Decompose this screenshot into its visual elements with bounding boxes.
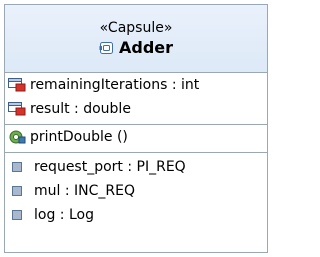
operation-label: printDouble () [30, 129, 128, 145]
attribute-icon [8, 76, 28, 94]
capsule-name: Adder [118, 38, 174, 57]
attributes-compartment: remainingIterations : int result : doubl… [5, 73, 267, 125]
operations-compartment: printDouble () [5, 125, 267, 153]
port-icon [8, 182, 32, 200]
operation-row[interactable]: printDouble () [5, 125, 267, 149]
capsule-header: «Capsule» Adder [5, 5, 267, 73]
port-icon [8, 158, 32, 176]
attribute-label: remainingIterations : int [30, 77, 200, 93]
attribute-icon [8, 100, 28, 118]
port-icon [8, 206, 32, 224]
attribute-label: result : double [30, 101, 131, 117]
stereotype-label: «Capsule» [99, 20, 173, 36]
port-label: mul : INC_REQ [34, 183, 135, 199]
capsule-name-row: Adder [99, 38, 173, 58]
operation-icon [8, 128, 28, 146]
attribute-row[interactable]: result : double [5, 97, 267, 121]
port-label: request_port : PI_REQ [34, 159, 186, 175]
ports-compartment: request_port : PI_REQ mul : INC_REQ log … [5, 153, 267, 227]
port-row[interactable]: log : Log [5, 203, 267, 227]
capsule-classifier[interactable]: «Capsule» Adder remainingIterations: in… [4, 4, 268, 253]
port-row[interactable]: mul : INC_REQ [5, 179, 267, 203]
port-row[interactable]: request_port : PI_REQ [5, 155, 267, 179]
attribute-row[interactable]: remainingIterations : int [5, 73, 267, 97]
port-label: log : Log [34, 207, 94, 223]
capsule-icon [99, 40, 115, 56]
